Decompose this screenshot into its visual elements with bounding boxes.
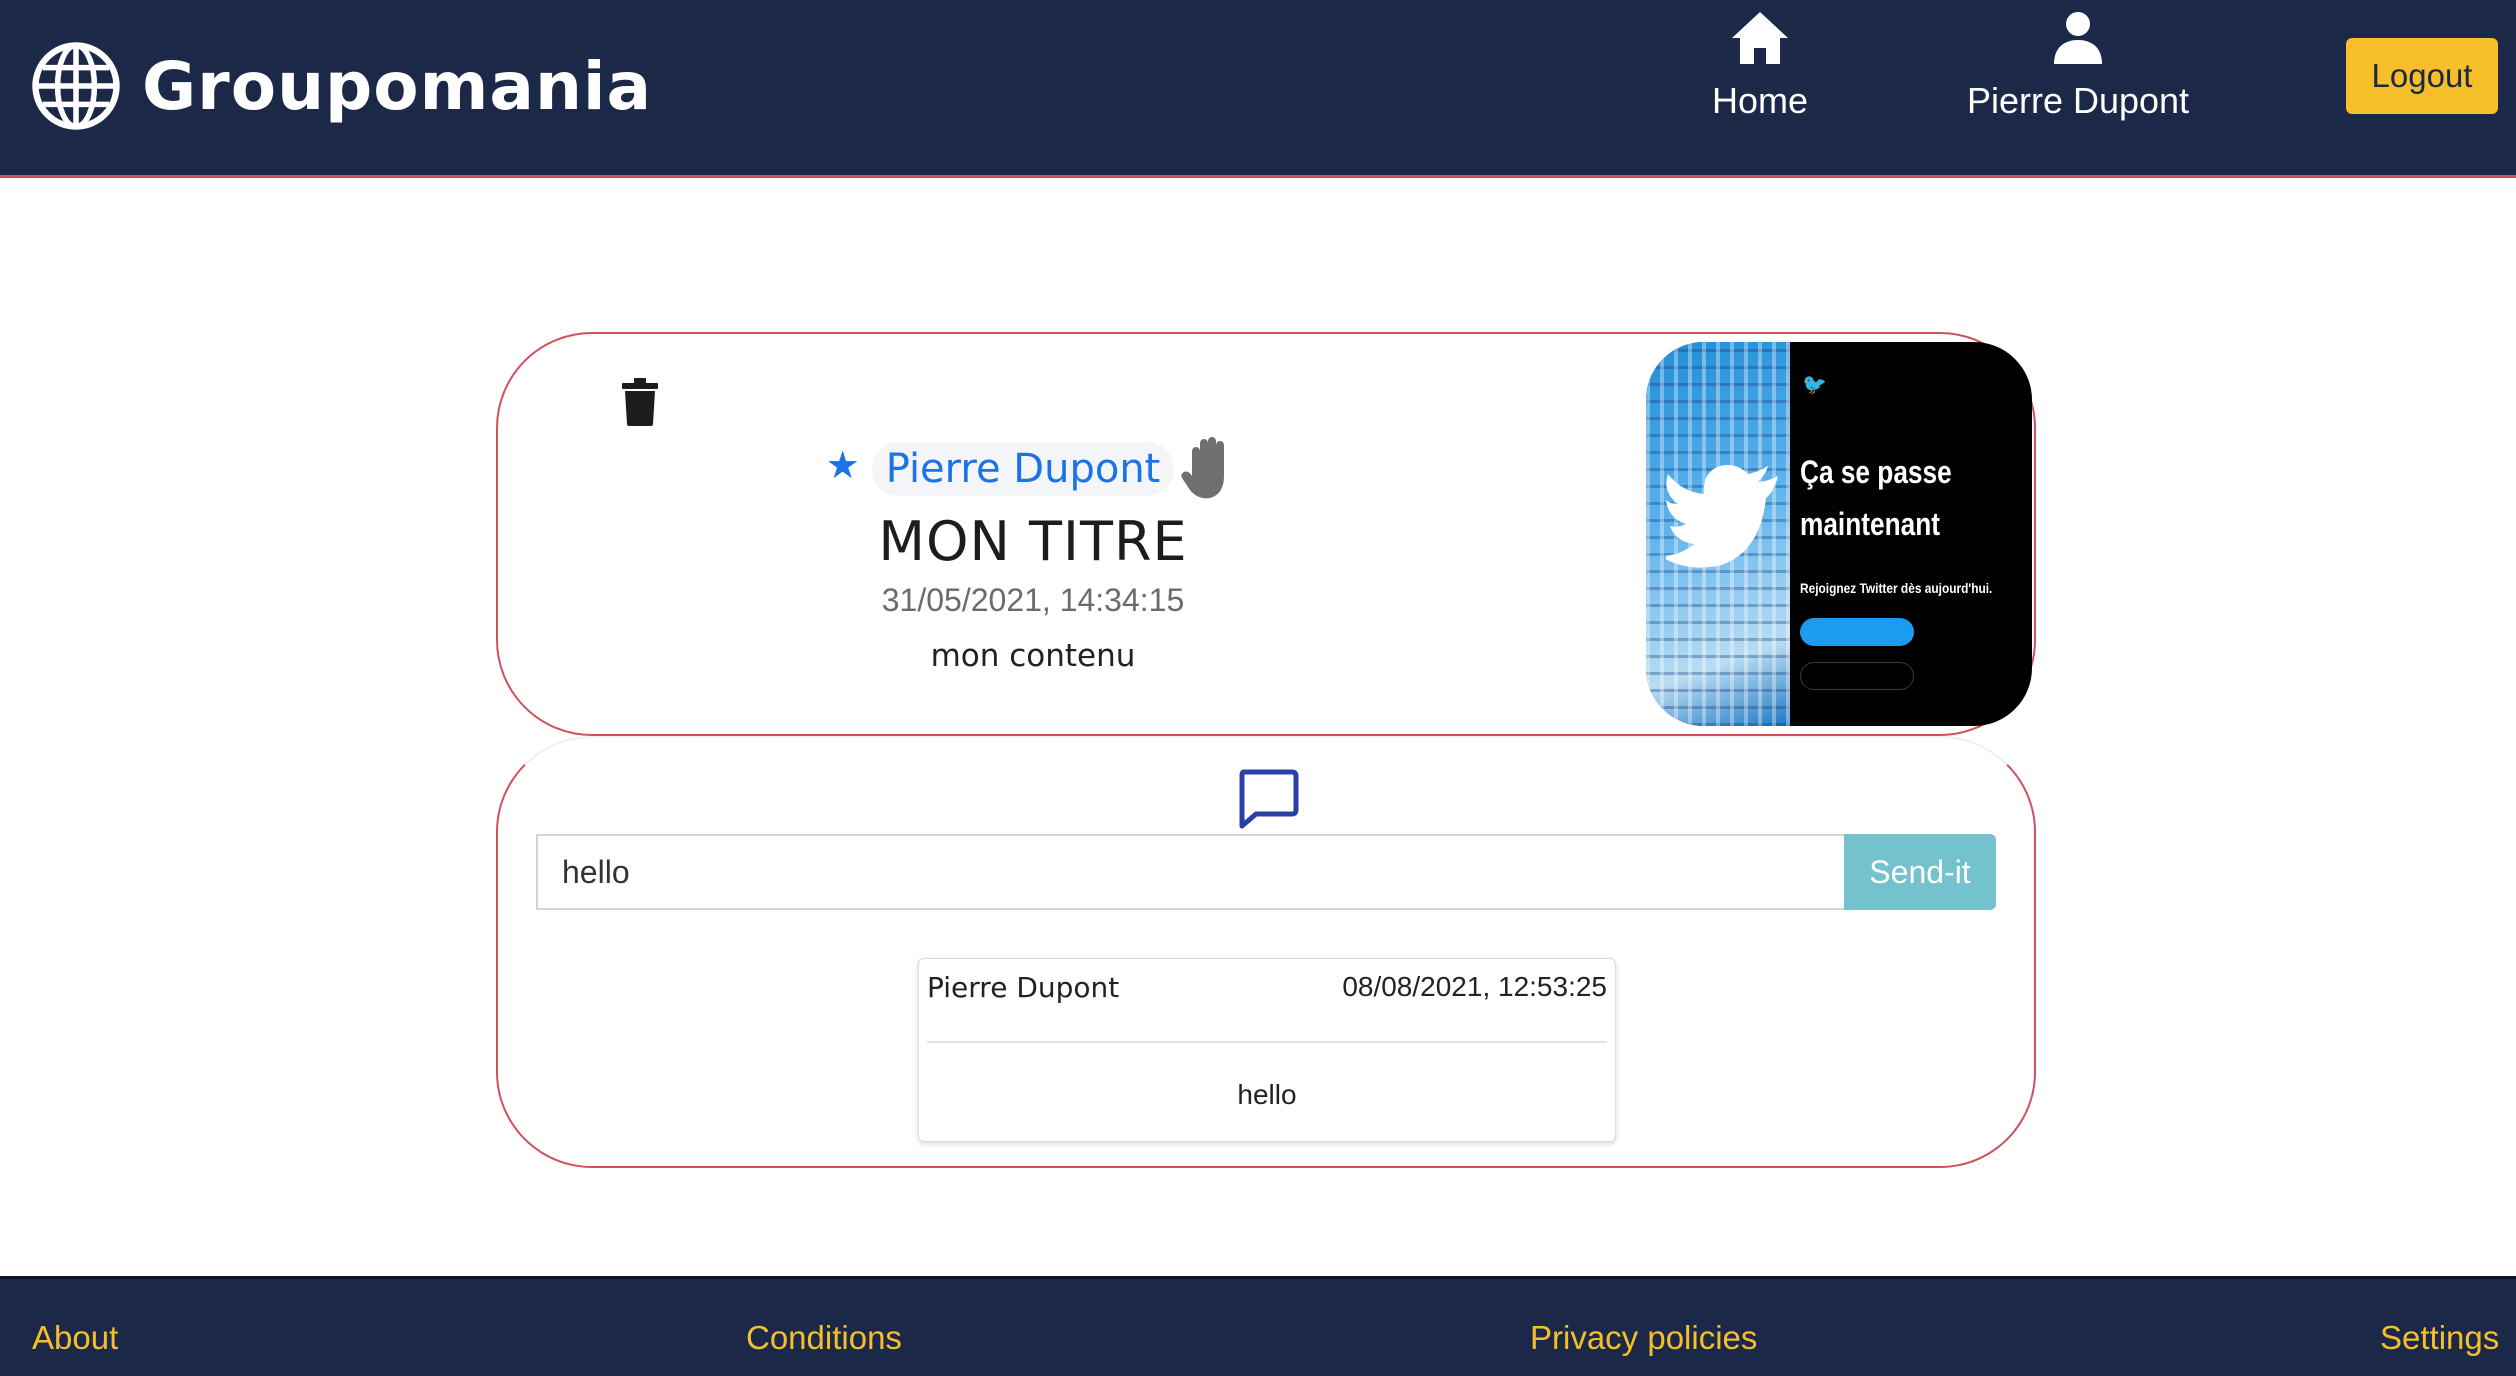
image-subtitle: Rejoignez Twitter dès aujourd'hui. <box>1800 580 1993 596</box>
nav-profile[interactable]: Pierre Dupont <box>1928 10 2228 140</box>
post-author-row: ★ Pierre Dupont <box>498 436 1568 502</box>
nav-profile-label: Pierre Dupont <box>1966 80 2190 121</box>
comment-text: hello <box>1237 1079 1297 1110</box>
post-content: mon contenu <box>930 638 1136 674</box>
send-button[interactable]: Send-it <box>1844 834 1996 910</box>
footer-link-about[interactable]: About <box>32 1319 118 1357</box>
post-card: ★ Pierre Dupont MON TITRE 31/05/2021, 14… <box>496 332 2036 736</box>
comment-date: 08/08/2021, 12:53:25 <box>1342 971 1607 1002</box>
post-image: 🐦 Ça se passe maintenant Rejoignez Twitt… <box>1646 342 2032 726</box>
nav-home[interactable]: Home <box>1610 10 1910 140</box>
image-signup-button <box>1800 618 1914 646</box>
hand-icon[interactable] <box>1178 436 1240 502</box>
image-headline: Ça se passe maintenant <box>1800 454 1952 542</box>
footer: About Conditions Privacy policies Settin… <box>0 1276 2516 1376</box>
top-navbar: Groupomania Home Pierre Dupont Logout <box>0 0 2516 178</box>
brand[interactable]: Groupomania <box>30 38 652 134</box>
home-icon <box>1732 12 1788 64</box>
footer-link-settings[interactable]: Settings <box>2380 1319 2499 1357</box>
image-login-button <box>1800 662 1914 690</box>
comment-author: Pierre Dupont <box>927 971 1120 1004</box>
footer-link-conditions[interactable]: Conditions <box>746 1319 902 1357</box>
comment-input[interactable] <box>536 834 1844 910</box>
footer-link-privacy[interactable]: Privacy policies <box>1530 1319 1757 1357</box>
comment-divider <box>927 1041 1607 1043</box>
nav-home-label: Home <box>1711 80 1809 121</box>
star-icon: ★ <box>825 444 860 487</box>
user-icon <box>2054 12 2102 64</box>
post-author[interactable]: Pierre Dupont <box>871 442 1175 496</box>
comment-icon[interactable] <box>1236 768 1300 830</box>
globe-icon <box>32 42 120 130</box>
comment-item: Pierre Dupont 08/08/2021, 12:53:25 hello <box>918 958 1616 1142</box>
twitter-bird-icon <box>1666 465 1778 568</box>
post-title: MON TITRE <box>878 510 1188 573</box>
comments-card: Send-it Pierre Dupont 08/08/2021, 12:53:… <box>496 736 2036 1168</box>
brand-name: Groupomania <box>142 47 653 125</box>
post-date: 31/05/2021, 14:34:15 <box>881 582 1185 618</box>
trash-icon[interactable] <box>622 378 658 426</box>
image-right-panel: 🐦 Ça se passe maintenant Rejoignez Twitt… <box>1790 342 2032 726</box>
image-left-panel <box>1646 342 1790 726</box>
twitter-small-icon: 🐦 <box>1802 374 1827 396</box>
logout-button[interactable]: Logout <box>2346 38 2498 114</box>
